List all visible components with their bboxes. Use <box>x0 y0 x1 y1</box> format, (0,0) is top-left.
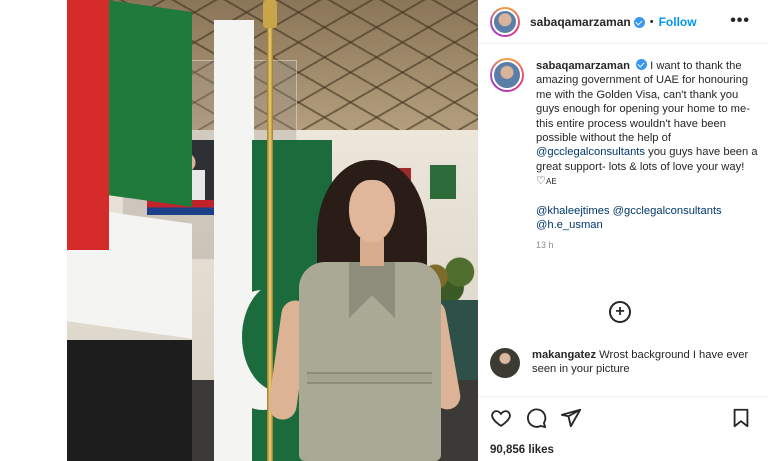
caption-text-suffix: AE <box>546 177 557 187</box>
action-bar <box>478 396 768 440</box>
caption-tags: @khaleejtimes @gcclegalconsultants @h.e_… <box>536 204 760 233</box>
caption-text: I want to thank the amazing government o… <box>536 60 750 145</box>
flag-pole-top <box>263 0 277 28</box>
tag-khaleejtimes[interactable]: @khaleejtimes <box>536 205 610 217</box>
person-neck <box>360 238 384 266</box>
person-face <box>349 180 395 242</box>
heart-icon[interactable] <box>490 407 512 429</box>
avatar[interactable] <box>490 6 520 37</box>
verified-badge-icon <box>633 17 645 28</box>
verified-badge-icon <box>636 59 648 70</box>
comment-icon[interactable] <box>525 407 547 429</box>
separator-dot: • <box>649 15 654 28</box>
post-header: sabaqamarzaman • Follow ••• <box>478 0 768 44</box>
comment-item: makangatez Wrost background I have ever … <box>490 348 760 378</box>
paper-plane-icon[interactable] <box>560 407 582 429</box>
more-options-icon[interactable]: ••• <box>730 12 750 30</box>
tag-he-usman[interactable]: @h.e_usman <box>536 219 603 231</box>
tag-gcclegalconsultants[interactable]: @gcclegalconsultants <box>613 205 722 217</box>
header-username[interactable]: sabaqamarzaman <box>530 15 631 29</box>
comment-username[interactable]: makangatez <box>532 349 596 361</box>
likes-count[interactable]: 90,856 likes <box>490 444 554 456</box>
uae-flag <box>67 0 192 461</box>
follow-button[interactable]: Follow <box>659 15 697 29</box>
comment-avatar[interactable] <box>490 348 520 378</box>
post-caption: sabaqamarzaman I want to thank the amazi… <box>490 58 760 253</box>
wall-frame-green <box>427 162 459 202</box>
caption-avatar[interactable] <box>490 58 524 92</box>
bookmark-icon[interactable] <box>730 407 752 429</box>
caption-username[interactable]: sabaqamarzaman <box>536 60 630 72</box>
dress-collar <box>349 262 395 332</box>
add-comment-icon[interactable]: + <box>609 301 631 323</box>
post-image[interactable]: › <box>67 0 478 461</box>
dress-belt <box>307 372 432 384</box>
post-side-panel: sabaqamarzaman • Follow ••• sabaqamarzam… <box>478 0 768 461</box>
caption-mention[interactable]: @gcclegalconsultants <box>536 146 645 158</box>
post-time: 13 h <box>536 240 554 251</box>
